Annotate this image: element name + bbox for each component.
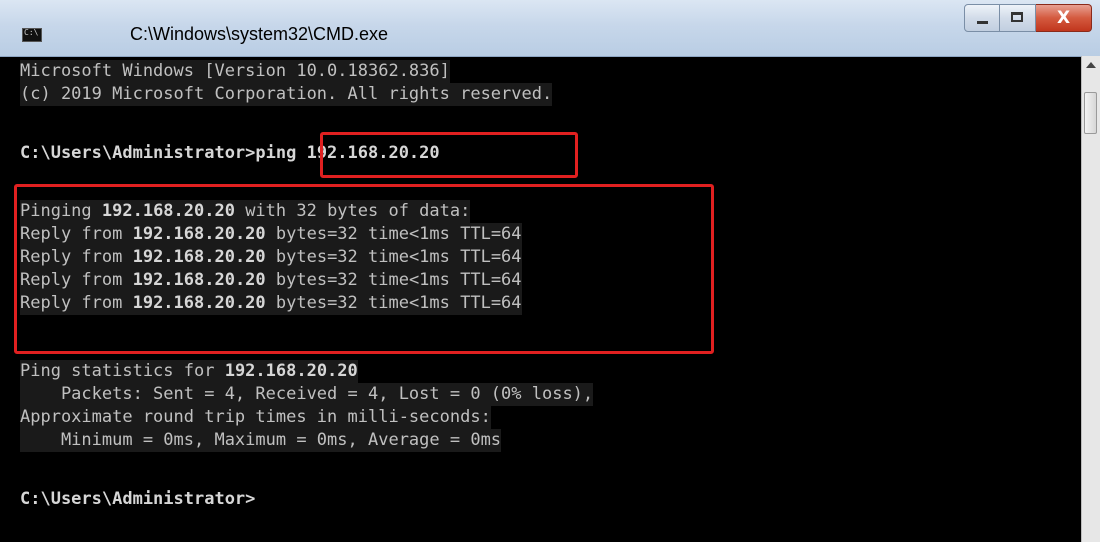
- stats-prefix: Ping statistics for: [20, 361, 225, 381]
- version-line: Microsoft Windows [Version 10.0.18362.83…: [20, 60, 450, 83]
- console-output[interactable]: Microsoft Windows [Version 10.0.18362.83…: [14, 56, 1082, 542]
- minimize-button[interactable]: [964, 4, 1000, 32]
- reply-highlight-box: [14, 184, 714, 354]
- close-icon: X: [1056, 8, 1071, 28]
- scroll-up-arrow-icon[interactable]: [1086, 62, 1096, 68]
- title-bar[interactable]: C:\Windows\system32\CMD.exe X: [0, 0, 1100, 57]
- maximize-icon: [1011, 12, 1023, 22]
- packets-line: Packets: Sent = 4, Received = 4, Lost = …: [20, 383, 594, 406]
- scroll-thumb[interactable]: [1084, 92, 1097, 134]
- copyright-line: (c) 2019 Microsoft Corporation. All righ…: [20, 83, 553, 106]
- maximize-button[interactable]: [1000, 4, 1036, 32]
- console-app-icon[interactable]: [22, 28, 42, 42]
- final-prompt: C:\Users\Administrator>: [20, 489, 256, 509]
- approx-line: Approximate round trip times in milli-se…: [20, 406, 491, 429]
- cmd-window: C:\Windows\system32\CMD.exe X Microsoft …: [0, 0, 1100, 542]
- close-button[interactable]: X: [1036, 4, 1092, 32]
- minimize-icon: [977, 21, 988, 24]
- window-title: C:\Windows\system32\CMD.exe: [130, 24, 389, 44]
- times-line: Minimum = 0ms, Maximum = 0ms, Average = …: [20, 429, 502, 452]
- command-highlight-box: [320, 132, 578, 178]
- window-controls: X: [964, 4, 1092, 32]
- prompt: C:\Users\Administrator>: [20, 143, 256, 163]
- stats-ip: 192.168.20.20: [224, 361, 358, 381]
- stats-header-line: Ping statistics for 192.168.20.20: [20, 360, 358, 383]
- vertical-scrollbar[interactable]: [1081, 56, 1100, 542]
